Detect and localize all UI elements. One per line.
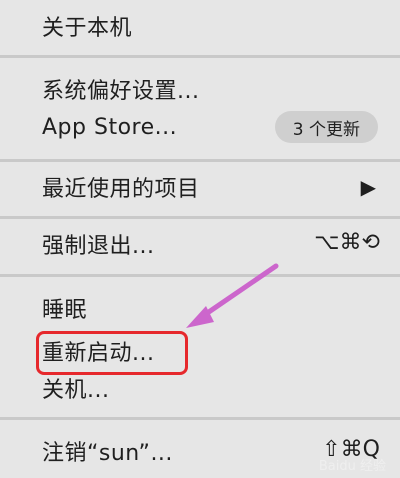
menu-separator: [0, 55, 400, 58]
menu-separator: [0, 216, 400, 219]
menu-item-system-preferences[interactable]: 系统偏好设置...: [42, 71, 382, 107]
menu-item-sleep[interactable]: 睡眠: [42, 290, 382, 326]
menu-item-label: 关机...: [42, 378, 110, 403]
menu-separator: [0, 417, 400, 420]
apple-menu: 关于本机 系统偏好设置... App Store... 3 个更新 最近使用的项…: [0, 0, 400, 478]
menu-separator: [0, 159, 400, 162]
force-quit-shortcut: ⌥⌘⟲: [314, 230, 380, 255]
updates-badge: 3 个更新: [274, 111, 378, 143]
menu-separator: [0, 274, 400, 277]
watermark: Baidu 经验: [318, 459, 386, 474]
menu-item-shutdown[interactable]: 关机...: [42, 370, 382, 406]
menu-item-label: 最近使用的项目: [42, 177, 200, 202]
restart-highlight-box: [36, 331, 188, 375]
menu-item-label: 睡眠: [42, 298, 88, 323]
submenu-arrow-icon: ▶: [360, 175, 376, 199]
menu-item-recent-items[interactable]: 最近使用的项目: [42, 169, 382, 205]
menu-item-label: 系统偏好设置...: [42, 79, 200, 104]
menu-item-label: 关于本机: [42, 16, 133, 41]
menu-item-about[interactable]: 关于本机: [42, 8, 382, 44]
